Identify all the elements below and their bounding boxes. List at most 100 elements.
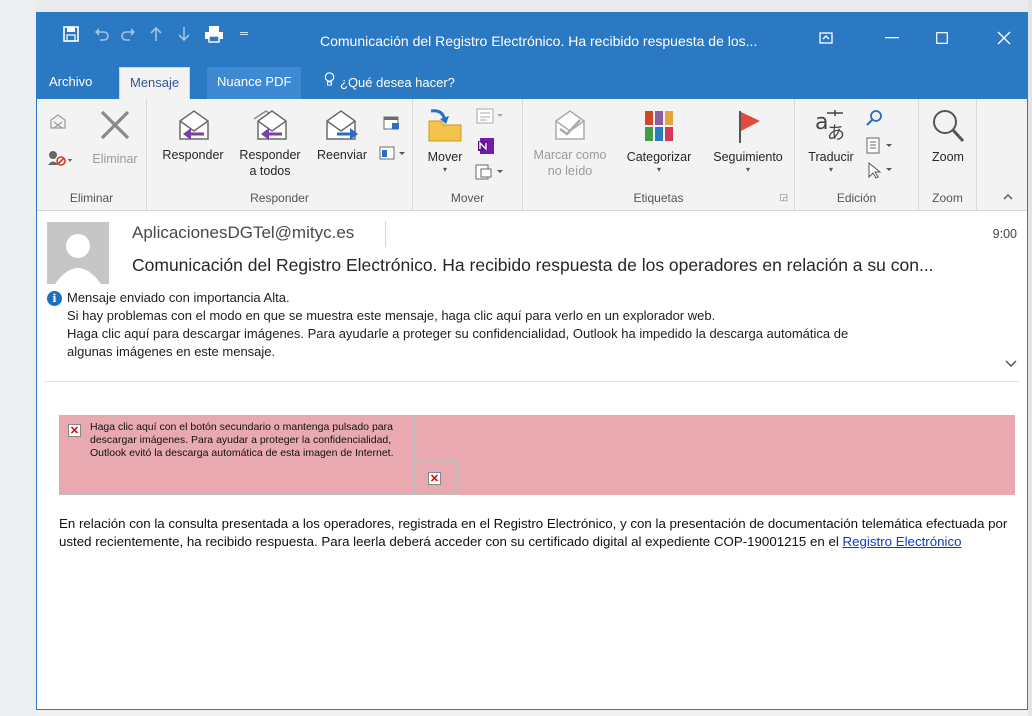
move-dropdown-icon: ▾ — [442, 165, 447, 174]
group-mover: Mover ▾ Mover — [413, 99, 523, 211]
broken-image-icon: ✕ — [68, 424, 81, 437]
close-icon[interactable] — [981, 23, 1027, 53]
info-icon: i — [47, 291, 62, 306]
tell-me-box[interactable]: ¿Qué desea hacer? — [324, 67, 455, 99]
undo-icon[interactable] — [91, 23, 113, 45]
desktop-background — [0, 0, 1032, 12]
blocked-image-placeholder-small[interactable]: ✕ — [415, 460, 457, 495]
tell-me-label: ¿Qué desea hacer? — [340, 75, 455, 90]
blocked-image-placeholder[interactable]: ✕ Haga clic aquí con el botón secundario… — [59, 415, 415, 495]
followup-button[interactable]: Seguimiento ▾ — [703, 107, 793, 175]
group-label-mover: Mover — [450, 191, 485, 205]
window-title: Comunicación del Registro Electrónico. H… — [320, 33, 758, 49]
zoom-button[interactable]: Zoom — [923, 107, 973, 165]
tab-mensaje[interactable]: Mensaje — [119, 67, 191, 99]
customize-icon[interactable]: ═ — [235, 23, 253, 45]
forward-label: Reenviar — [316, 148, 368, 162]
ignore-icon[interactable] — [49, 113, 67, 136]
reply-all-button[interactable]: Responder a todos — [231, 109, 309, 179]
translate-icon: aあ — [813, 107, 849, 149]
maximize-icon[interactable] — [919, 23, 965, 53]
info-line-3[interactable]: Haga clic aquí para descargar imágenes. … — [47, 325, 1007, 343]
info-bar[interactable]: i Mensaje enviado con importancia Alta. … — [47, 289, 1007, 361]
info-line-1: Mensaje enviado con importancia Alta. — [67, 290, 290, 305]
desktop-background-right — [1028, 0, 1032, 716]
group-edicion: aあ Traducir ▾ Edición — [795, 99, 919, 211]
expand-header-icon[interactable] — [1005, 355, 1017, 371]
junk-icon[interactable] — [47, 149, 73, 172]
categorize-button[interactable]: Categorizar ▾ — [615, 107, 703, 175]
bottom-edge — [37, 701, 1027, 709]
mark-unread-button[interactable]: Marcar como no leído — [527, 109, 613, 179]
desktop-background-left — [0, 0, 36, 716]
up-arrow-icon[interactable] — [145, 23, 167, 45]
dialog-launcher-icon[interactable]: ◲ — [779, 192, 788, 203]
ribbon-tabs: Archivo Mensaje Nuance PDF ¿Qué desea ha… — [37, 65, 1027, 99]
header-divider — [45, 381, 1019, 382]
reply-icon — [174, 109, 212, 147]
translate-label: Traducir — [808, 150, 854, 164]
related-icon[interactable] — [865, 137, 895, 160]
group-label-responder: Responder — [250, 191, 309, 205]
down-arrow-icon[interactable] — [173, 23, 195, 45]
ribbon: Eliminar Eliminar Responder Responder a … — [37, 99, 1027, 211]
reply-all-label-2: a todos — [249, 164, 291, 178]
group-label-eliminar: Eliminar — [69, 191, 114, 205]
select-icon[interactable] — [865, 161, 895, 184]
delete-label: Eliminar — [92, 152, 138, 166]
meeting-reply-icon[interactable] — [383, 115, 401, 136]
followup-dropdown-icon: ▾ — [745, 165, 750, 174]
info-line-2[interactable]: Si hay problemas con el modo en que se m… — [47, 307, 1007, 325]
delete-button[interactable]: Eliminar — [87, 107, 143, 167]
translate-dropdown-icon: ▾ — [828, 165, 833, 174]
mark-unread-icon — [550, 109, 590, 147]
broken-image-icon-small: ✕ — [428, 472, 441, 485]
save-icon[interactable] — [59, 23, 83, 45]
group-eliminar: Eliminar Eliminar — [37, 99, 147, 211]
avatar — [47, 222, 109, 284]
blocked-image-text: Haga clic aquí con el botón secundario o… — [90, 421, 394, 459]
categorize-label: Categorizar — [626, 150, 692, 164]
actions-icon[interactable] — [473, 163, 507, 186]
group-label-edicion: Edición — [836, 191, 877, 205]
info-line-4[interactable]: algunas imágenes en este mensaje. — [47, 343, 1007, 361]
title-bar: ═ Comunicación del Registro Electrónico.… — [37, 13, 1027, 65]
reply-button[interactable]: Responder — [157, 109, 229, 163]
tab-archivo[interactable]: Archivo — [39, 67, 102, 99]
delete-x-icon — [97, 107, 133, 147]
group-label-etiquetas: Etiquetas — [633, 191, 684, 205]
message-subject: Comunicación del Registro Electrónico. H… — [132, 255, 934, 275]
group-label-zoom: Zoom — [932, 191, 963, 205]
find-icon[interactable] — [865, 109, 885, 132]
header-banner-image: ✕ Haga clic aquí con el botón secundario… — [59, 415, 1015, 495]
svg-text:あ: あ — [827, 123, 845, 144]
group-responder: Responder Responder a todos Reenviar Res… — [147, 99, 413, 211]
tab-nuance-pdf[interactable]: Nuance PDF — [207, 67, 302, 99]
translate-button[interactable]: aあ Traducir ▾ — [803, 107, 859, 175]
reply-all-icon — [250, 109, 290, 147]
reply-all-label-1: Responder — [239, 148, 301, 162]
move-folder-icon — [425, 107, 465, 149]
minimize-icon[interactable] — [869, 23, 915, 53]
message-window: ═ Comunicación del Registro Electrónico.… — [36, 12, 1028, 710]
move-button[interactable]: Mover ▾ — [419, 107, 471, 175]
received-time: 9:00 — [992, 227, 1017, 241]
redo-icon[interactable] — [117, 23, 139, 45]
more-respond-icon[interactable] — [379, 145, 409, 166]
sender-divider — [385, 221, 386, 247]
sender-address[interactable]: AplicacionesDGTel@mityc.es — [132, 223, 354, 243]
print-icon[interactable] — [201, 23, 227, 45]
registro-electronico-link[interactable]: Registro Electrónico — [843, 534, 962, 549]
move-label: Mover — [427, 150, 463, 164]
forward-button[interactable]: Reenviar — [309, 109, 375, 163]
onenote-icon[interactable] — [477, 137, 495, 160]
ribbon-display-options-icon[interactable] — [803, 23, 849, 53]
zoom-label: Zoom — [932, 150, 964, 164]
group-etiquetas: Marcar como no leído Categorizar ▾ Segui… — [523, 99, 795, 211]
magnifier-icon — [929, 107, 967, 149]
mark-unread-label-1: Marcar como — [533, 148, 607, 162]
rules-icon[interactable] — [475, 107, 505, 130]
lightbulb-icon — [324, 68, 335, 98]
collapse-ribbon-icon[interactable] — [1003, 190, 1013, 204]
categorize-dropdown-icon: ▾ — [656, 165, 661, 174]
